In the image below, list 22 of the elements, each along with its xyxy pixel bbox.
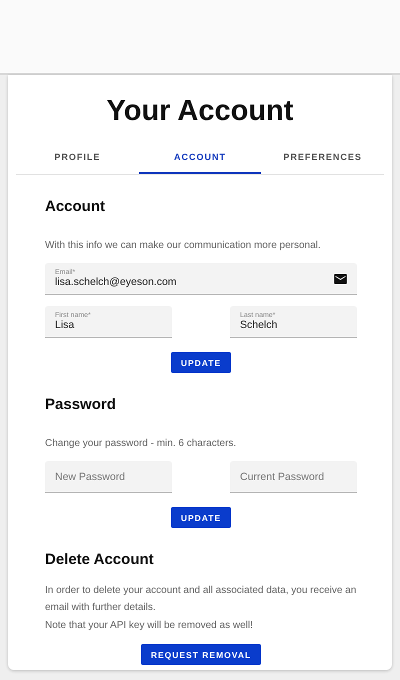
- password-field[interactable]: New Password: [45, 461, 172, 493]
- tab[interactable]: ACCOUNT: [138, 141, 262, 174]
- tab[interactable]: PROFILE: [16, 141, 139, 174]
- password-field[interactable]: Current Password: [240, 470, 347, 482]
- input-field[interactable]: Schelch: [240, 319, 347, 331]
- section-heading: Delete Account: [45, 550, 155, 570]
- submit-button[interactable]: REQUEST REMOVAL: [140, 644, 262, 665]
- section-heading: Password: [45, 395, 117, 415]
- section-heading: Account: [45, 197, 106, 217]
- submit-button[interactable]: UPDATE: [170, 507, 232, 528]
- description-text: Note that your API key will be removed as well!: [45, 619, 254, 633]
- input-field[interactable]: lisa.schelch@eyeson.com: [55, 276, 334, 288]
- tab[interactable]: PREFERENCES: [261, 141, 384, 174]
- page-title: Your Account: [106, 94, 294, 129]
- envelope-icon: [334, 274, 347, 284]
- description-text: With this info we can make our communication more personal.: [45, 239, 322, 253]
- password-field[interactable]: New Password: [55, 470, 162, 482]
- description-text: In order to delete your account and all associated data, you receive an email with further details.: [45, 584, 357, 615]
- description-text: Change your password - min. 6 characters.: [45, 437, 238, 451]
- password-field[interactable]: Current Password: [230, 461, 357, 493]
- input-field[interactable]: Lisa: [55, 319, 162, 331]
- submit-button[interactable]: UPDATE: [170, 352, 232, 373]
